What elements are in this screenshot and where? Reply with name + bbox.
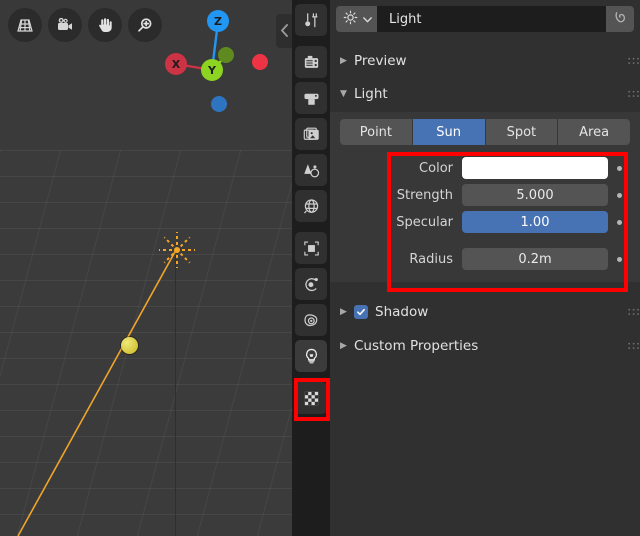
row-color: Color <box>340 156 630 180</box>
panel-title-custom-properties: Custom Properties <box>354 338 479 354</box>
viewport-sidebar-toggle[interactable] <box>276 14 292 48</box>
pan-view-button[interactable] <box>88 8 122 42</box>
animate-color-button[interactable] <box>608 165 630 171</box>
toggle-perspective-button[interactable] <box>8 8 42 42</box>
light-type-point[interactable]: Point <box>340 119 413 145</box>
3d-viewport[interactable]: Z X Y <box>0 0 292 536</box>
collapse-arrow-preview: ▶ <box>340 55 347 66</box>
panel-grip-custom-properties[interactable] <box>627 341 640 351</box>
sidebar-item-scene[interactable] <box>295 154 327 186</box>
axis-ball-y[interactable]: Y <box>201 59 223 81</box>
sidebar-item-render[interactable] <box>295 46 327 78</box>
light-type-toggle-row[interactable]: Point Sun Spot Area <box>340 119 630 145</box>
globe-icon <box>302 197 321 216</box>
axis-ball-x[interactable]: X <box>165 53 187 75</box>
strength-field[interactable]: 5.000 <box>462 184 608 206</box>
camera-icon <box>55 15 75 35</box>
images-icon <box>302 125 321 144</box>
fake-user-shield-icon <box>612 9 629 30</box>
label-specular: Specular <box>396 214 453 230</box>
radius-field[interactable]: 0.2m <box>462 248 608 270</box>
hand-icon <box>95 15 115 35</box>
sidebar-item-constraints[interactable] <box>295 304 327 336</box>
panel-title-preview: Preview <box>354 53 407 69</box>
axis-ball-neg-z[interactable] <box>211 96 227 112</box>
row-specular: Specular 1.00 <box>340 210 630 234</box>
color-swatch-field[interactable] <box>462 157 608 179</box>
animate-strength-button[interactable] <box>608 192 630 198</box>
constraint-icon <box>302 311 321 330</box>
navigation-axis-gizmo[interactable]: Z X Y <box>160 0 280 120</box>
panel-grip-preview[interactable] <box>627 56 640 66</box>
printer-icon <box>302 89 321 108</box>
sidebar-item-tool[interactable] <box>295 4 327 36</box>
sun-lamp-gizmo[interactable] <box>155 228 199 272</box>
panel-title-light: Light <box>354 86 388 102</box>
check-icon <box>357 308 365 316</box>
panel-header-shadow[interactable]: ▶ Shadow <box>330 297 640 327</box>
viewport-grid-floor <box>0 150 292 536</box>
label-color: Color <box>419 160 453 176</box>
axis-ball-neg-x[interactable] <box>252 54 268 70</box>
shadow-checkbox[interactable] <box>354 305 368 319</box>
fake-user-toggle[interactable] <box>606 6 634 32</box>
row-radius: Radius 0.2m <box>340 247 630 271</box>
animate-specular-button[interactable] <box>608 219 630 225</box>
properties-header: Light <box>330 0 640 38</box>
checker-material-icon <box>302 389 321 408</box>
sidebar-item-object-data[interactable] <box>295 340 327 372</box>
label-radius: Radius <box>409 251 453 267</box>
light-panel-bottom-pad <box>330 271 640 282</box>
sidebar-item-object[interactable] <box>295 232 327 264</box>
cone-sphere-icon <box>302 161 321 180</box>
chevron-down-icon <box>362 10 373 29</box>
collapse-arrow-light: ▼ <box>340 88 347 99</box>
panel-title-shadow: Shadow <box>375 304 429 320</box>
tool-icon <box>302 11 321 30</box>
light-data-icon <box>342 9 359 30</box>
panel-header-custom-properties[interactable]: ▶ Custom Properties <box>330 331 640 361</box>
camera-view-button[interactable] <box>48 8 82 42</box>
sidebar-item-modifiers[interactable] <box>295 268 327 300</box>
sidebar-item-view-layer[interactable] <box>295 118 327 150</box>
properties-editor: Light ▶ Preview ▼ Light Point Sun Spot A… <box>330 0 640 536</box>
light-drag-handle[interactable] <box>121 337 138 354</box>
label-strength: Strength <box>396 187 453 203</box>
zoom-view-button[interactable] <box>128 8 162 42</box>
light-bulb-icon <box>302 347 321 366</box>
collapse-arrow-shadow: ▶ <box>340 306 347 317</box>
light-type-sun[interactable]: Sun <box>412 119 486 145</box>
panel-grip-light[interactable] <box>627 89 640 99</box>
physics-orbit-icon <box>302 275 321 294</box>
sidebar-item-output[interactable] <box>295 82 327 114</box>
camera-back-icon <box>302 53 321 72</box>
magnifier-plus-icon <box>135 15 155 35</box>
light-datablock-selector[interactable] <box>336 6 377 32</box>
collapse-arrow-custom-properties: ▶ <box>340 340 347 351</box>
sidebar-item-material[interactable] <box>295 382 327 414</box>
grid-icon <box>15 15 35 35</box>
panel-header-light[interactable]: ▼ Light <box>330 79 640 109</box>
properties-tab-strip[interactable] <box>292 0 330 536</box>
animate-radius-button[interactable] <box>608 256 630 262</box>
panel-grip-shadow[interactable] <box>627 307 640 317</box>
panel-header-preview[interactable]: ▶ Preview <box>330 46 640 76</box>
blender-window: Z X Y Light ▶ Preview ▼ Light Point Sun … <box>0 0 640 536</box>
specular-slider[interactable]: 1.00 <box>462 211 608 233</box>
axis-ball-neg-y[interactable] <box>218 47 234 63</box>
chevron-left-icon <box>280 22 289 41</box>
axis-ball-z[interactable]: Z <box>207 10 229 32</box>
light-vertical-line <box>175 255 176 536</box>
row-strength: Strength 5.000 <box>340 183 630 207</box>
sidebar-item-world[interactable] <box>295 190 327 222</box>
light-type-area[interactable]: Area <box>558 119 630 145</box>
object-square-icon <box>302 239 321 258</box>
light-name-field[interactable]: Light <box>377 6 606 32</box>
light-panel-body: Point Sun Spot Area Color Strength 5.000… <box>330 112 640 282</box>
light-type-spot[interactable]: Spot <box>485 119 559 145</box>
